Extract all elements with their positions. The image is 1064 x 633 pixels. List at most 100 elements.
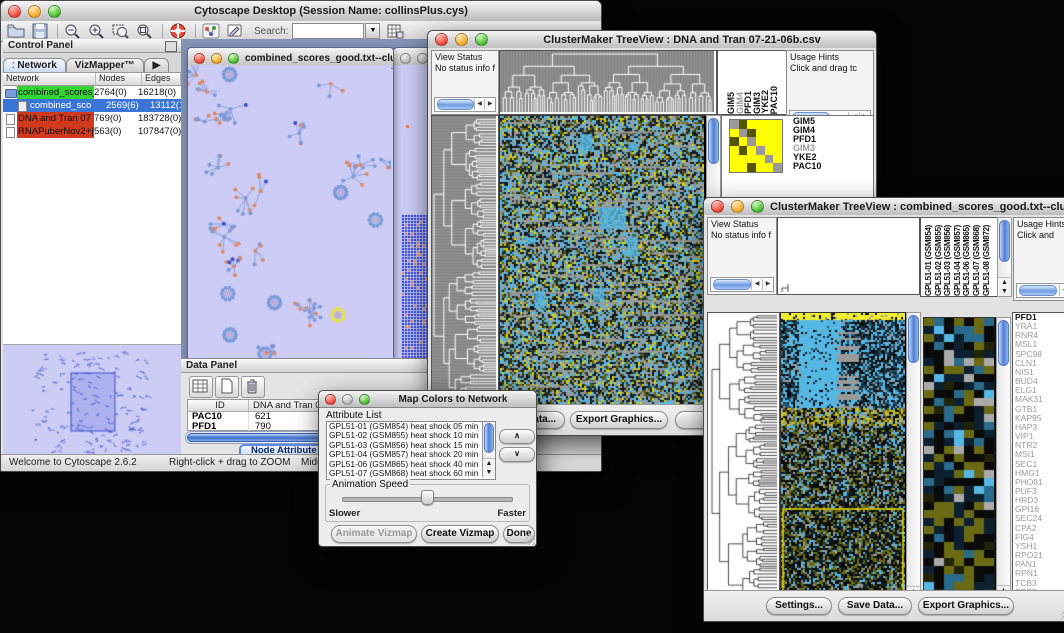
matrix-cell[interactable] (765, 163, 774, 172)
column-label[interactable]: GPL51-08 (GSM872) (982, 225, 992, 296)
matrix-cell[interactable] (747, 120, 756, 129)
search-input[interactable] (292, 23, 364, 39)
matrix-cell[interactable] (739, 120, 748, 129)
close-button[interactable] (435, 33, 448, 46)
network-overview-canvas[interactable] (3, 345, 179, 460)
save-session-icon[interactable] (31, 23, 49, 39)
matrix-cell[interactable] (765, 137, 774, 146)
matrix-cell[interactable] (739, 155, 748, 164)
close-button[interactable] (325, 394, 336, 405)
matrix-cell[interactable] (747, 146, 756, 155)
attribute-list-item[interactable]: GPL51-07 (GSM868) heat shock 60 min (327, 469, 495, 478)
tv2-heatmap-vscrollbar[interactable]: ▲▼ (906, 312, 921, 606)
minimize-button[interactable] (342, 394, 353, 405)
network-tree-row[interactable]: RNAPuberNov2+| 563(0) 107847(0) (3, 125, 181, 138)
main-titlebar[interactable]: Cytoscape Desktop (Session Name: collins… (1, 1, 601, 22)
tab-network[interactable]: ⁚ Network (3, 58, 66, 72)
tv2-settings-button[interactable]: Settings... (766, 597, 832, 615)
zoom-fit-icon[interactable] (136, 23, 154, 39)
annotation-icon[interactable] (226, 23, 244, 39)
matrix-cell[interactable] (730, 137, 739, 146)
tv2-export-graphics-button[interactable]: Export Graphics... (918, 597, 1014, 615)
tv1-row-dendrogram[interactable] (431, 115, 499, 407)
matrix-cell[interactable] (739, 163, 748, 172)
matrix-cell[interactable] (756, 163, 765, 172)
view-status-scrollbar[interactable]: ◀▶ (434, 97, 496, 112)
close-button[interactable] (400, 53, 411, 64)
matrix-cell[interactable] (747, 155, 756, 164)
matrix-cell[interactable] (773, 146, 782, 155)
matrix-cell[interactable] (756, 155, 765, 164)
minimize-button[interactable] (455, 33, 468, 46)
minimize-button[interactable] (731, 200, 744, 213)
network-tree-row[interactable]: combined_scores_ 2764(0) 16218(0) (3, 86, 181, 99)
resize-grip[interactable] (525, 535, 535, 545)
tv1-main-heatmap[interactable] (499, 115, 707, 407)
new-attribute-icon[interactable] (215, 376, 239, 398)
zoom-button[interactable] (228, 53, 239, 64)
close-button[interactable] (711, 200, 724, 213)
zoom-selected-icon[interactable] (112, 23, 130, 39)
matrix-cell[interactable] (730, 146, 739, 155)
zoom-button[interactable] (359, 394, 370, 405)
tv2-global-heatmap[interactable] (923, 317, 997, 605)
attribute-list-scrollbar[interactable]: ▲▼ (482, 422, 495, 477)
tv2-main-heatmap[interactable] (780, 312, 908, 608)
matrix-cell[interactable] (739, 146, 748, 155)
matrix-cell[interactable] (773, 120, 782, 129)
dialog-titlebar[interactable]: Map Colors to Network (319, 391, 536, 408)
treeview1-titlebar[interactable]: ClusterMaker TreeView : DNA and Tran 07-… (428, 31, 876, 49)
tv2-save-data-button[interactable]: Save Data... (838, 597, 912, 615)
matrix-cell[interactable] (773, 137, 782, 146)
matrix-cell[interactable] (773, 163, 782, 172)
tv1-column-dendrogram[interactable] (499, 50, 717, 115)
matrix-cell[interactable] (756, 137, 765, 146)
matrix-cell[interactable] (747, 137, 756, 146)
matrix-cell[interactable] (773, 155, 782, 164)
zoom-out-icon[interactable] (64, 23, 82, 39)
network-tree-row[interactable]: combined_sco 2569(6) 13112(15) (3, 99, 181, 112)
matrix-cell[interactable] (765, 155, 774, 164)
tab-vizmapper[interactable]: VizMapper™ (66, 58, 144, 72)
tv1-selection-matrix[interactable] (729, 119, 783, 173)
matrix-cell[interactable] (765, 146, 774, 155)
tv2-column-dendrogram[interactable] (777, 217, 920, 295)
zoom-in-icon[interactable] (88, 23, 106, 39)
zoom-button[interactable] (48, 5, 61, 18)
view-status-scrollbar[interactable]: ◀▶ (710, 277, 774, 292)
gene-label[interactable]: PAC10 (791, 162, 869, 171)
tab-overflow-arrow[interactable]: ▶ (144, 58, 170, 72)
network-tree-row[interactable]: DNA and Tran 07 769(0) 183728(0) (3, 112, 181, 125)
treeview2-titlebar[interactable]: ClusterMaker TreeView : combined_scores_… (704, 198, 1064, 216)
attribute-table-icon[interactable] (386, 23, 404, 39)
column-label[interactable]: GPL51-06 (GSM865) (962, 225, 972, 296)
search-dropdown-arrow[interactable]: ▼ (365, 23, 380, 39)
move-up-button[interactable]: ∧ (499, 429, 535, 444)
matrix-cell[interactable] (765, 129, 774, 138)
matrix-cell[interactable] (739, 129, 748, 138)
minimize-button[interactable] (28, 5, 41, 18)
animation-speed-slider-thumb[interactable] (421, 490, 434, 505)
animate-vizmap-button[interactable]: Animate Vizmap (331, 525, 417, 543)
network1-canvas[interactable] (188, 65, 391, 365)
float-panel-icon[interactable] (165, 41, 177, 52)
matrix-cell[interactable] (765, 120, 774, 129)
matrix-cell[interactable] (756, 120, 765, 129)
help-lifebuoy-icon[interactable] (169, 23, 187, 39)
matrix-cell[interactable] (739, 137, 748, 146)
column-label[interactable]: GPL51-02 (GSM855) (934, 225, 944, 296)
zoom-button[interactable] (751, 200, 764, 213)
column-label[interactable]: GPL51-03 (GSM856) (943, 225, 953, 296)
column-label[interactable]: GPL51-01 (GSM854) (924, 225, 934, 296)
matrix-cell[interactable] (747, 129, 756, 138)
table-mode-icon[interactable] (189, 376, 213, 398)
zoom-button[interactable] (475, 33, 488, 46)
matrix-cell[interactable] (756, 146, 765, 155)
close-button[interactable] (194, 53, 205, 64)
move-down-button[interactable]: ∨ (499, 447, 535, 462)
column-label[interactable]: GPL51-07 (GSM868) (972, 225, 982, 296)
close-button[interactable] (8, 5, 21, 18)
matrix-cell[interactable] (730, 163, 739, 172)
matrix-cell[interactable] (730, 120, 739, 129)
tv2-global-vscrollbar[interactable]: ▲▼ (996, 317, 1011, 605)
